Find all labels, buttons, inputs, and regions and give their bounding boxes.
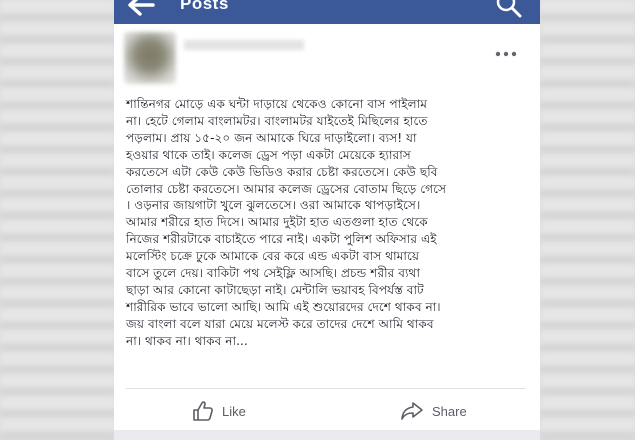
top-navigation-bar: Posts xyxy=(114,0,540,24)
post-text-line: ছাড়া আর কোনো কাটাছেড়া নাই। মেন্টালি ভয… xyxy=(126,282,424,297)
back-arrow-icon[interactable] xyxy=(126,0,156,16)
post-text-line: না। থাকব না। থাকব না... xyxy=(126,333,248,348)
post-text-line: তোলার চেষ্টা করতেসে। আমার কলেজ ড্রেসের ব… xyxy=(126,181,447,196)
share-label: Share xyxy=(432,403,467,419)
author-name-blurred xyxy=(184,40,304,50)
blurred-background-left xyxy=(0,0,115,440)
like-thumb-icon xyxy=(193,401,213,421)
bottom-strip xyxy=(114,430,540,440)
like-label: Like xyxy=(222,403,246,419)
page-title: Posts xyxy=(180,0,229,13)
post-text-line: হওয়ার থাকে তাই। কলেজ ড্রেস পড়া একটা মে… xyxy=(126,147,411,162)
post-text-line: করতেসে এটা কেউ কেউ ভিডিও করার চেষ্টা করত… xyxy=(126,164,438,179)
more-icon[interactable] xyxy=(494,50,518,58)
post-text-line: শান্তিনগর মোড়ে এক ঘন্টা দাড়ায়ে থেকেও … xyxy=(126,97,427,111)
share-button[interactable]: Share xyxy=(400,398,467,424)
post-text-line: জয় বাংলা বলে যারা মেয়ে মলেস্ট করে তাদে… xyxy=(126,316,434,331)
post-body: শান্তিনগর মোড়ে এক ঘন্টা দাড়ায়ে থেকেও … xyxy=(126,96,530,350)
action-divider xyxy=(126,388,526,389)
post-text-line: না। হেটে গেলাম বাংলামটর। বাংলামটর যাইতেই… xyxy=(126,113,428,128)
avatar[interactable] xyxy=(124,32,176,84)
post-text-line: শারীরিক ভাবে ভালো আছি। আমি এই শুয়োরদের … xyxy=(126,299,441,314)
post-header xyxy=(114,28,540,90)
blurred-background-right xyxy=(540,0,635,440)
like-button[interactable]: Like xyxy=(192,398,246,424)
search-icon[interactable] xyxy=(496,0,522,18)
post-text-line: মলেস্টিং চক্রে ঢুকে আমাকে বের করে এন্ড এ… xyxy=(126,249,420,264)
post-text-line: নিজের শরীরটাকে বাচাইতে পারে নাই। একটা পু… xyxy=(126,232,437,247)
post-text-line: বাসে তুলে দেয়। বাকিটা পথ সেইফ্লি আসছি। … xyxy=(126,266,420,281)
post-text-line: আমার শরীরে হাত দিসে। আমার দুইটা হাত এতগু… xyxy=(126,215,428,230)
share-arrow-icon xyxy=(401,402,423,420)
post-screen: Posts শান্তিনগর মোড়ে এক ঘন্টা দাড়ায়ে … xyxy=(114,0,540,440)
post-text-line: । ওড়নার জায়গাটা খুলে ঝুলতেসে। ওরা আমাক… xyxy=(126,198,421,213)
post-text-line: পড়লাম। প্রায় ১৫-২০ জন আমাকে ঘিরে দাড়া… xyxy=(126,130,417,145)
